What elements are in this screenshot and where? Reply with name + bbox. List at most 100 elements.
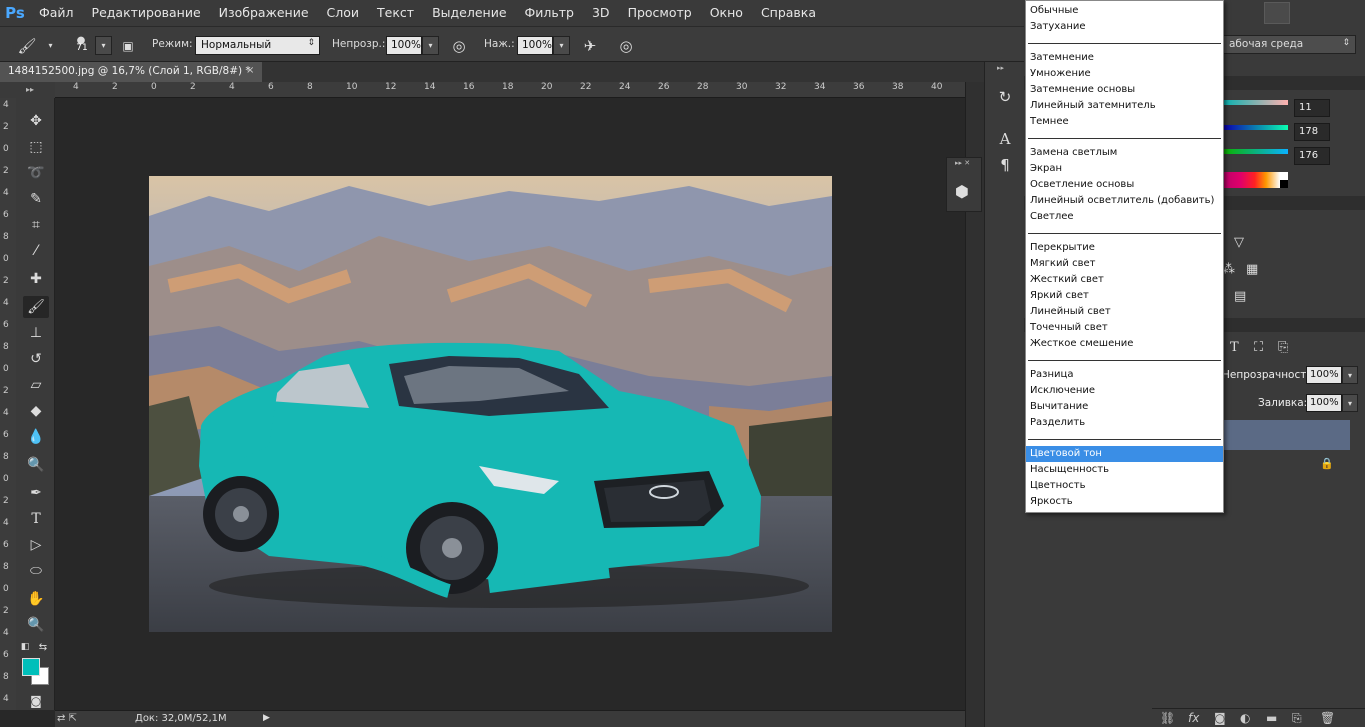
expand-dock-icon[interactable]: ▸▸ xyxy=(997,64,1004,72)
blend-mode-item[interactable]: Затемнение xyxy=(1026,50,1223,66)
green-slider[interactable] xyxy=(1224,125,1288,130)
eyedropper-tool-icon[interactable]: ⁄ xyxy=(23,240,49,262)
smart-object-filter-icon[interactable]: ⎘ xyxy=(1278,340,1288,355)
blend-mode-item[interactable]: Насыщенность xyxy=(1026,462,1223,478)
color-lookup-icon[interactable]: ▦ xyxy=(1246,262,1258,277)
menu-file[interactable]: Файл xyxy=(30,0,83,26)
pressure-field[interactable]: 100% xyxy=(517,36,553,55)
type-filter-icon[interactable]: T xyxy=(1230,340,1239,355)
menu-image[interactable]: Изображение xyxy=(210,0,318,26)
healing-brush-tool-icon[interactable]: ✚ xyxy=(23,268,49,290)
size-pressure-icon[interactable]: ◎ xyxy=(615,35,637,57)
paragraph-panel-icon[interactable]: ¶ xyxy=(994,154,1016,176)
brush-panel-icon[interactable]: ▣ xyxy=(117,35,139,57)
layer-row-selected[interactable] xyxy=(1224,420,1350,450)
blend-mode-item[interactable]: Темнее xyxy=(1026,114,1223,130)
delete-layer-icon[interactable]: 🗑 xyxy=(1320,711,1335,725)
menu-filter[interactable]: Фильтр xyxy=(516,0,583,26)
opacity-dropdown-icon[interactable]: ▾ xyxy=(422,36,439,55)
foreground-color-swatch[interactable] xyxy=(22,658,40,676)
pen-tool-icon[interactable]: ✒ xyxy=(23,482,49,504)
blend-mode-item[interactable]: Перекрытие xyxy=(1026,240,1223,256)
link-layers-icon[interactable]: ⛓ xyxy=(1160,711,1175,725)
swap-colors-icon[interactable]: ⇆ xyxy=(36,636,50,658)
pressure-dropdown-icon[interactable]: ▾ xyxy=(553,36,570,55)
quick-mask-icon[interactable]: ◙ xyxy=(23,690,49,712)
blend-mode-item[interactable]: Разделить xyxy=(1026,415,1223,431)
airbrush-icon[interactable]: ✈ xyxy=(579,35,601,57)
blend-mode-item[interactable]: Затемнение основы xyxy=(1026,82,1223,98)
blend-mode-item[interactable]: Умножение xyxy=(1026,66,1223,82)
brush-picker-dropdown-icon[interactable]: ▾ xyxy=(95,36,112,55)
adjustment-layer-icon[interactable]: ◐ xyxy=(1240,711,1250,725)
opacity-pressure-icon[interactable]: ◎ xyxy=(448,35,470,57)
status-icons[interactable]: ⇄ ⇱ xyxy=(57,713,77,724)
green-value[interactable]: 178 xyxy=(1294,123,1330,141)
zoom-tool-icon[interactable]: 🔍 xyxy=(23,614,49,636)
blend-mode-item[interactable]: Яркий свет xyxy=(1026,288,1223,304)
layer-fill-field[interactable]: 100% xyxy=(1306,394,1342,412)
status-menu-arrow-icon[interactable]: ▶ xyxy=(263,713,270,723)
add-mask-icon[interactable]: ◙ xyxy=(1214,711,1226,725)
blend-mode-item[interactable]: Затухание xyxy=(1026,19,1223,35)
menu-window[interactable]: Окно xyxy=(701,0,752,26)
eraser-tool-icon[interactable]: ▱ xyxy=(23,374,49,396)
blend-mode-item[interactable]: Цветность xyxy=(1026,478,1223,494)
color-spectrum[interactable] xyxy=(1224,172,1280,188)
blur-tool-icon[interactable]: 💧 xyxy=(23,426,49,448)
blend-mode-item[interactable]: Светлее xyxy=(1026,209,1223,225)
ellipse-tool-icon[interactable]: ⬭ xyxy=(23,560,49,582)
hand-tool-icon[interactable]: ✋ xyxy=(23,588,49,610)
blend-mode-item[interactable]: Линейный осветлитель (добавить) xyxy=(1026,193,1223,209)
menu-view[interactable]: Просмотр xyxy=(619,0,701,26)
blend-mode-item[interactable]: Яркость xyxy=(1026,494,1223,510)
blend-mode-item[interactable]: Замена светлым xyxy=(1026,145,1223,161)
blend-mode-item[interactable]: Экран xyxy=(1026,161,1223,177)
character-panel-icon[interactable]: A xyxy=(994,128,1016,150)
path-selection-tool-icon[interactable]: ▷ xyxy=(23,534,49,556)
document-image[interactable] xyxy=(149,176,832,632)
workspace-select[interactable]: абочая среда ⇕ xyxy=(1222,35,1356,54)
new-layer-icon[interactable]: ⎘ xyxy=(1292,711,1302,726)
history-brush-tool-icon[interactable]: ↺ xyxy=(23,348,49,370)
new-group-icon[interactable]: ▬ xyxy=(1266,711,1277,725)
close-tab-icon[interactable]: × xyxy=(246,65,254,76)
minimize-button-2[interactable] xyxy=(1264,2,1290,24)
blend-mode-item[interactable]: Вычитание xyxy=(1026,399,1223,415)
layer-style-icon[interactable]: fx xyxy=(1188,711,1199,725)
quick-selection-tool-icon[interactable]: ✎ xyxy=(23,188,49,210)
layer-fill-dropdown-icon[interactable]: ▾ xyxy=(1342,394,1358,412)
tool-preset-dropdown-icon[interactable]: ▾ xyxy=(42,36,59,55)
history-panel-icon[interactable]: ↻ xyxy=(994,86,1016,108)
black-white-swatch[interactable] xyxy=(1280,172,1288,188)
blend-mode-item[interactable]: Жесткий свет xyxy=(1026,272,1223,288)
dodge-tool-icon[interactable]: 🔍 xyxy=(23,454,49,476)
clone-stamp-tool-icon[interactable]: ⊥ xyxy=(23,322,49,344)
expand-panel-icon[interactable]: ▸▸ ✕ xyxy=(955,159,970,167)
menu-3d[interactable]: 3D xyxy=(583,0,619,26)
menu-edit[interactable]: Редактирование xyxy=(83,0,210,26)
type-tool-icon[interactable]: T xyxy=(23,508,49,530)
marquee-tool-icon[interactable]: ⬚ xyxy=(23,136,49,158)
blend-mode-item[interactable]: Обычные xyxy=(1026,3,1223,19)
blend-mode-item[interactable]: Исключение xyxy=(1026,383,1223,399)
blend-mode-item[interactable]: Жесткое смешение xyxy=(1026,336,1223,352)
blend-mode-item[interactable]: Мягкий свет xyxy=(1026,256,1223,272)
blend-mode-item[interactable]: Точечный свет xyxy=(1026,320,1223,336)
blue-value[interactable]: 176 xyxy=(1294,147,1330,165)
blend-mode-item[interactable]: Линейный свет xyxy=(1026,304,1223,320)
menu-select[interactable]: Выделение xyxy=(423,0,515,26)
3d-panel-icon[interactable]: ⬢ xyxy=(955,182,969,201)
lasso-tool-icon[interactable]: ➰ xyxy=(23,162,49,184)
opacity-field[interactable]: 100% xyxy=(386,36,422,55)
blend-mode-item[interactable]: Осветление основы xyxy=(1026,177,1223,193)
blend-mode-item[interactable]: Цветовой тон xyxy=(1026,446,1223,462)
menu-help[interactable]: Справка xyxy=(752,0,825,26)
move-tool-icon[interactable]: ✥ xyxy=(23,110,49,132)
crop-tool-icon[interactable]: ⌗ xyxy=(23,214,49,236)
brush-tool-icon[interactable]: 🖌 xyxy=(16,35,38,57)
red-value[interactable]: 11 xyxy=(1294,99,1330,117)
blend-mode-item[interactable]: Разница xyxy=(1026,367,1223,383)
blue-slider[interactable] xyxy=(1224,149,1288,154)
shape-filter-icon[interactable]: ⛶ xyxy=(1254,340,1263,355)
